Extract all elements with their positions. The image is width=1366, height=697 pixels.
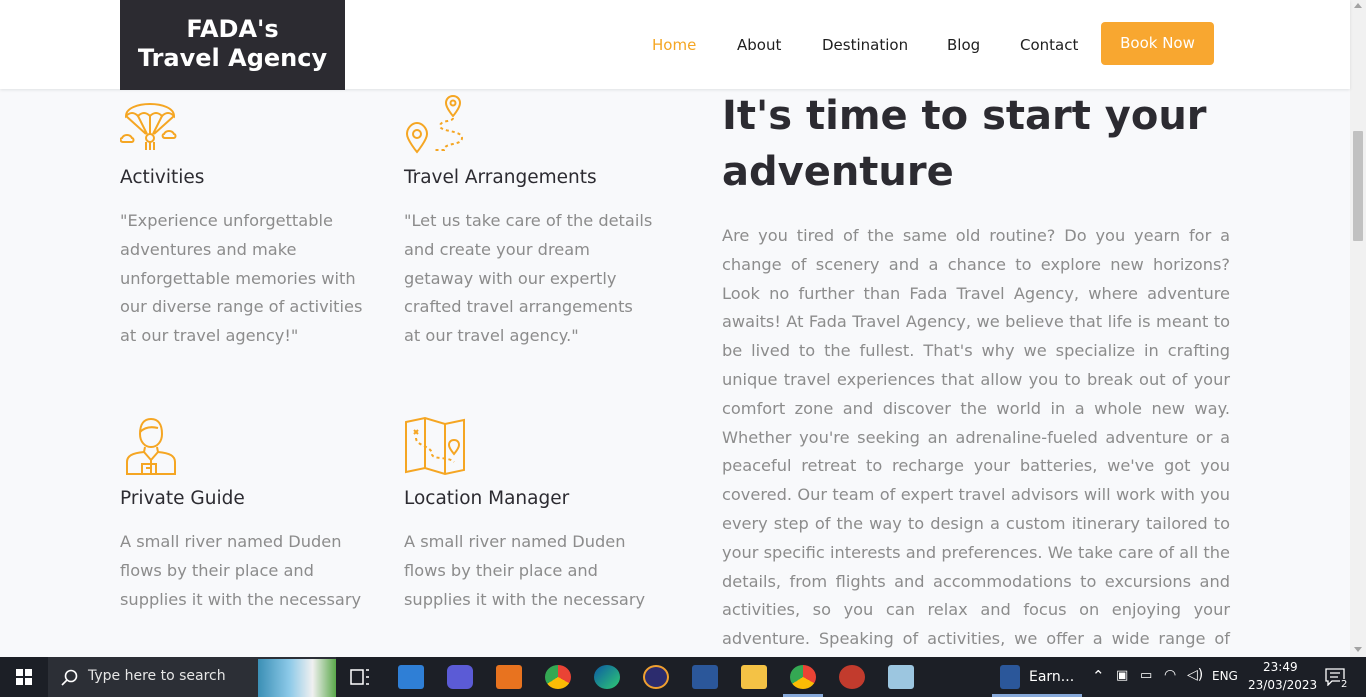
windows-logo-icon — [16, 669, 32, 685]
site-logo[interactable]: FADA's Travel Agency — [120, 0, 345, 90]
app-hexagon-icon[interactable] — [447, 665, 473, 689]
feature-title-activities: Activities — [120, 167, 205, 188]
speaker-icon[interactable]: ◁) — [1187, 667, 1203, 683]
taskbar-search-box[interactable]: Type here to search — [48, 657, 336, 697]
chevron-up-icon[interactable]: ⌃ — [1092, 667, 1105, 685]
scroll-up-arrow-icon[interactable] — [1354, 3, 1362, 8]
feature-title-private-guide: Private Guide — [120, 488, 245, 509]
language-indicator[interactable]: ENG — [1212, 669, 1238, 683]
feature-title-travel-arrangements: Travel Arrangements — [404, 167, 597, 188]
word-icon[interactable] — [692, 665, 718, 689]
notepad-icon[interactable] — [888, 665, 914, 689]
active-window-label[interactable]: Earn... — [1029, 669, 1074, 685]
site-header: FADA's Travel Agency Home About Destinat… — [0, 0, 1350, 90]
adventure-headline: It's time to start your adventure — [722, 93, 1207, 195]
mail-icon[interactable] — [398, 665, 424, 689]
notification-count-badge: 2 — [1340, 679, 1349, 690]
search-highlight-image — [258, 659, 336, 697]
nav-about[interactable]: About — [737, 36, 781, 54]
logo-line-1: FADA's — [186, 15, 279, 43]
chrome-profile-icon[interactable] — [790, 665, 816, 689]
adventure-body-text: Are you tired of the same old routine? D… — [722, 226, 1230, 677]
wifi-icon[interactable]: ◠ — [1164, 667, 1176, 683]
clock-date[interactable]: 23/03/2023 — [1248, 678, 1317, 692]
search-icon — [61, 669, 78, 686]
feature-desc-travel-arrangements: "Let us take care of the details and cre… — [404, 211, 653, 346]
book-now-button[interactable]: Book Now — [1101, 22, 1214, 65]
map-icon — [405, 416, 465, 476]
scroll-down-arrow-icon[interactable] — [1354, 647, 1362, 652]
clock-time[interactable]: 23:49 — [1263, 660, 1298, 674]
nav-destination[interactable]: Destination — [822, 36, 908, 54]
office-app-icon[interactable] — [496, 665, 522, 689]
start-button[interactable] — [0, 657, 48, 697]
logo-line-2: Travel Agency — [137, 44, 328, 72]
edge-icon[interactable] — [594, 665, 620, 689]
route-pin-icon — [405, 94, 464, 154]
device-icon[interactable]: ▣ — [1116, 668, 1128, 683]
feature-title-location-manager: Location Manager — [404, 488, 570, 509]
feature-desc-location-manager: A small river named Duden flows by their… — [404, 532, 646, 609]
search-placeholder: Type here to search — [88, 668, 226, 684]
battery-icon[interactable]: ▭ — [1140, 668, 1152, 683]
nav-contact[interactable]: Contact — [1020, 36, 1078, 54]
nav-home[interactable]: Home — [652, 36, 696, 54]
nav-blog[interactable]: Blog — [947, 36, 980, 54]
feature-desc-activities: "Experience unforgettable adventures and… — [120, 211, 363, 346]
chrome-icon[interactable] — [545, 665, 571, 689]
snipping-tool-icon[interactable] — [839, 665, 865, 689]
task-view-icon[interactable] — [347, 665, 373, 689]
document-window-icon[interactable] — [1000, 665, 1020, 689]
windows-taskbar: Type here to search Earn... ⌃ ▣ ▭ ◠ ◁) E… — [0, 657, 1366, 697]
scroll-thumb[interactable] — [1353, 131, 1363, 241]
page-scrollbar[interactable] — [1350, 0, 1366, 657]
guide-person-icon — [126, 417, 176, 475]
file-explorer-icon[interactable] — [741, 665, 767, 689]
parachute-icon — [120, 103, 177, 150]
eclipse-icon[interactable] — [643, 665, 669, 689]
feature-desc-private-guide: A small river named Duden flows by their… — [120, 532, 362, 609]
